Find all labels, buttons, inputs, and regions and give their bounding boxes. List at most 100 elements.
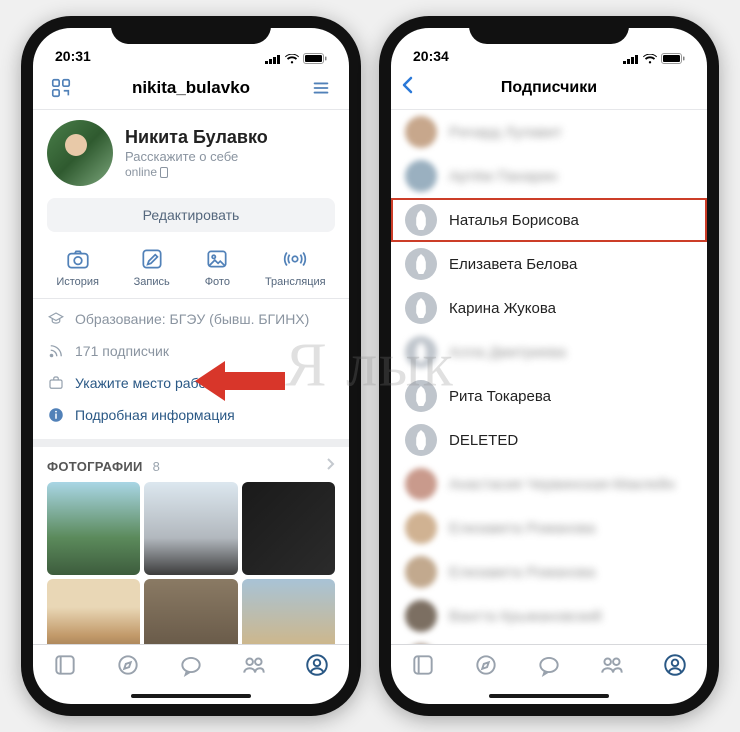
signal-icon <box>265 54 281 64</box>
follower-avatar <box>405 248 437 280</box>
follower-avatar <box>405 116 437 148</box>
followers-header: Подписчики <box>391 66 707 110</box>
follower-name: Вангта Крыжановский <box>449 608 602 625</box>
edit-icon <box>139 246 165 272</box>
status-icons <box>623 53 685 64</box>
wifi-icon <box>285 54 299 64</box>
photo-thumb[interactable] <box>242 579 335 644</box>
profile-bio[interactable]: Расскажите о себе <box>125 149 335 164</box>
online-status: online <box>125 165 335 179</box>
tab-news[interactable] <box>52 652 78 683</box>
vk-profile-header: nikita_bulavko <box>33 66 349 110</box>
work-row[interactable]: Укажите место работы <box>47 367 335 399</box>
status-time: 20:34 <box>413 48 449 64</box>
mobile-icon <box>160 167 168 178</box>
followers-list[interactable]: Ричард Лулавит Артём Панарин Наталья Борис… <box>391 110 707 644</box>
status-icons <box>265 53 327 64</box>
tab-friends[interactable] <box>599 652 625 683</box>
notch <box>111 16 271 44</box>
followers-title: Подписчики <box>501 79 597 97</box>
menu-icon[interactable] <box>307 74 335 102</box>
follower-row[interactable]: Алла Дмитриева <box>391 330 707 374</box>
home-indicator <box>489 694 609 698</box>
follower-name: DELETED <box>449 432 518 449</box>
follower-row[interactable]: Карина Жукова <box>391 286 707 330</box>
follower-avatar <box>405 204 437 236</box>
follower-row[interactable]: Рита Токарева <box>391 374 707 418</box>
followers-text: 171 подписчик <box>75 343 169 359</box>
battery-icon <box>303 53 327 64</box>
photo-thumb[interactable] <box>144 482 237 575</box>
briefcase-icon <box>47 374 65 392</box>
photo-thumb[interactable] <box>47 482 140 575</box>
status-time: 20:31 <box>55 48 91 64</box>
tab-messages[interactable] <box>178 652 204 683</box>
follower-avatar <box>405 160 437 192</box>
follower-avatar <box>405 424 437 456</box>
follower-row[interactable]: Наталья Борисова <box>391 198 707 242</box>
education-icon <box>47 310 65 328</box>
signal-icon <box>623 54 639 64</box>
profile-name: Никита Булавко <box>125 127 335 148</box>
photo-thumb[interactable] <box>47 579 140 644</box>
rss-icon <box>47 342 65 360</box>
follower-avatar <box>405 292 437 324</box>
photo-thumb[interactable] <box>144 579 237 644</box>
phone-left: 20:31 nikita_bulavko Никита Булавко Расс <box>21 16 361 716</box>
more-info-text: Подробная информация <box>75 407 235 423</box>
camera-icon <box>65 246 91 272</box>
follower-name: Карина Жукова <box>449 300 556 317</box>
quick-story[interactable]: История <box>56 246 99 288</box>
follower-avatar <box>405 468 437 500</box>
notch <box>469 16 629 44</box>
tab-discover[interactable] <box>473 652 499 683</box>
work-text: Укажите место работы <box>75 375 223 391</box>
quick-photo[interactable]: Фото <box>204 246 230 288</box>
follower-avatar <box>405 336 437 368</box>
tab-profile[interactable] <box>662 652 688 683</box>
follower-name: Алла Дмитриева <box>449 344 566 361</box>
follower-name: Елизавета Романова <box>449 564 595 581</box>
tab-messages[interactable] <box>536 652 562 683</box>
photo-thumb[interactable] <box>242 482 335 575</box>
photos-title: ФОТОГРАФИИ <box>47 459 143 474</box>
follower-name: Анастасия Червинская-Маклейн <box>449 476 675 493</box>
quick-live[interactable]: Трансляция <box>265 246 326 288</box>
follower-avatar <box>405 600 437 632</box>
avatar[interactable] <box>47 120 113 186</box>
edit-profile-button[interactable]: Редактировать <box>47 198 335 232</box>
education-row[interactable]: Образование: БГЭУ (бывш. БГИНХ) <box>47 303 335 335</box>
tab-discover[interactable] <box>115 652 141 683</box>
follower-row[interactable]: Ричард Лулавит <box>391 110 707 154</box>
home-indicator <box>131 694 251 698</box>
back-button[interactable] <box>401 75 415 100</box>
follower-row[interactable]: Елизавета Белова <box>391 242 707 286</box>
wifi-icon <box>643 54 657 64</box>
follower-row[interactable]: DELETED <box>391 418 707 462</box>
more-info-row[interactable]: Подробная информация <box>47 399 335 431</box>
tab-news[interactable] <box>410 652 436 683</box>
follower-avatar <box>405 556 437 588</box>
qr-icon[interactable] <box>47 74 75 102</box>
follower-name: Наталья Борисова <box>449 212 579 229</box>
broadcast-icon <box>282 246 308 272</box>
follower-row[interactable]: Вангта Крыжановский <box>391 594 707 638</box>
follower-row[interactable]: Елизавета Романова <box>391 550 707 594</box>
follower-row[interactable]: Анастасия Червинская-Маклейн <box>391 462 707 506</box>
follower-avatar <box>405 512 437 544</box>
chevron-right-icon <box>325 457 335 476</box>
tab-friends[interactable] <box>241 652 267 683</box>
quick-post[interactable]: Запись <box>134 246 170 288</box>
education-text: Образование: БГЭУ (бывш. БГИНХ) <box>75 311 309 327</box>
username: nikita_bulavko <box>132 78 250 98</box>
battery-icon <box>661 53 685 64</box>
follower-name: Артём Панарин <box>449 168 557 185</box>
photo-icon <box>204 246 230 272</box>
tab-profile[interactable] <box>304 652 330 683</box>
follower-row[interactable]: Елизавета Романова <box>391 506 707 550</box>
followers-row[interactable]: 171 подписчик <box>47 335 335 367</box>
follower-row[interactable]: Артём Панарин <box>391 154 707 198</box>
photo-grid <box>33 482 349 644</box>
photos-section-header[interactable]: ФОТОГРАФИИ 8 <box>33 447 349 482</box>
follower-name: Рита Токарева <box>449 388 551 405</box>
